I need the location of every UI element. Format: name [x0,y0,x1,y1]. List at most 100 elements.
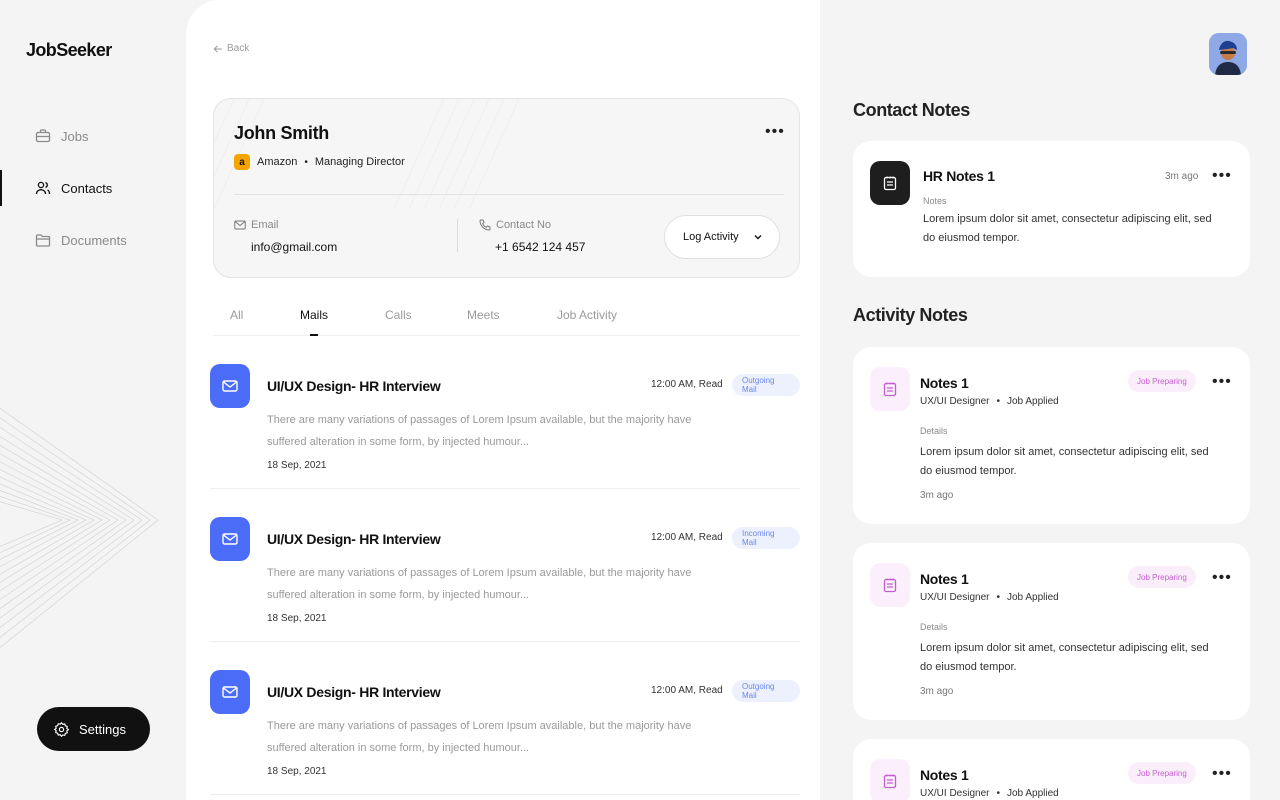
contact-note-card[interactable]: HR Notes 1 3m ago ••• Notes Lorem ipsum … [853,141,1250,277]
activity-note-card[interactable]: Notes 1 Job Preparing ••• UX/UI Designer… [853,347,1250,524]
email-value[interactable]: info@gmail.com [251,240,337,254]
divider-vertical [457,219,458,252]
contact-card: John Smith ••• a Amazon • Managing Direc… [213,98,800,278]
folder-icon [35,234,51,247]
notepad-icon [870,759,910,800]
back-link[interactable]: Back [213,43,249,54]
users-icon [35,181,51,195]
mail-icon [210,364,250,408]
mail-time: 12:00 AM, Read [651,685,723,696]
activity-tabs: All Mails Calls Meets Job Activity [213,300,800,336]
mail-item[interactable]: UI/UX Design- HR Interview 12:00 AM, Rea… [210,489,800,642]
mail-time: 12:00 AM, Read [651,379,723,390]
sidebar-nav: Jobs Contacts Documents [0,110,186,266]
more-options-icon[interactable]: ••• [765,124,785,140]
arrow-left-icon [213,44,222,53]
note-text: Lorem ipsum dolor sit amet, consectetur … [920,642,1209,673]
status-badge: Job Preparing [1128,762,1196,784]
details-label: Details [920,426,948,436]
mail-title: UI/UX Design- HR Interview [267,531,441,547]
mail-type-badge: Outgoing Mail [732,374,800,396]
sidebar-item-contacts[interactable]: Contacts [0,162,186,214]
sidebar-item-documents[interactable]: Documents [0,214,186,266]
mail-type-badge: Incoming Mail [732,527,800,549]
gear-icon [53,721,70,737]
status-badge: Job Preparing [1128,370,1196,392]
briefcase-icon [35,129,51,143]
email-label: Email [234,219,279,231]
contact-company: a Amazon • Managing Director [234,154,405,170]
mail-preview: There are many variations of passages of… [267,720,692,754]
status-badge: Job Preparing [1128,566,1196,588]
note-meta: UX/UI Designer • Job Applied [920,788,1059,799]
mail-item[interactable]: UI/UX Design- HR Interview 12:00 AM, Rea… [210,336,800,489]
log-activity-dropdown[interactable]: Log Activity [664,215,780,259]
sidebar-item-label: Contacts [61,180,113,196]
note-title: Notes 1 [920,375,969,391]
note-time: 3m ago [920,490,954,501]
mail-date: 18 Sep, 2021 [267,766,327,777]
notepad-icon [870,367,910,411]
note-time: 3m ago [920,686,954,697]
details-label: Details [920,622,948,632]
more-options-icon[interactable]: ••• [1212,168,1232,184]
amazon-logo-icon: a [234,154,250,170]
note-meta: UX/UI Designer • Job Applied [920,396,1059,407]
note-time: 3m ago [1165,171,1199,182]
app-logo[interactable]: JobSeeker [26,40,112,61]
sidebar-item-label: Jobs [61,128,89,144]
decorative-lines [0,407,159,649]
user-avatar-icon [1209,33,1247,75]
mail-title: UI/UX Design- HR Interview [267,378,441,394]
tab-mails[interactable]: Mails [300,308,328,322]
more-options-icon[interactable]: ••• [1212,766,1232,782]
mail-preview: There are many variations of passages of… [267,414,692,448]
notepad-icon [870,563,910,607]
note-title: Notes 1 [920,571,969,587]
note-text: Lorem ipsum dolor sit amet, consectetur … [923,213,1212,244]
note-title: Notes 1 [920,767,969,783]
mail-icon [210,517,250,561]
mail-date: 18 Sep, 2021 [267,460,327,471]
note-meta: UX/UI Designer • Job Applied [920,592,1059,603]
tab-job-activity[interactable]: Job Activity [557,308,617,322]
more-options-icon[interactable]: ••• [1212,570,1232,586]
settings-button[interactable]: Settings [37,707,150,751]
sidebar-item-jobs[interactable]: Jobs [0,110,186,162]
mail-date: 18 Sep, 2021 [267,613,327,624]
more-options-icon[interactable]: ••• [1212,374,1232,390]
activity-note-card[interactable]: Notes 1 Job Preparing ••• UX/UI Designer… [853,739,1250,800]
divider [234,194,784,195]
mail-time: 12:00 AM, Read [651,532,723,543]
contact-notes-title: Contact Notes [853,100,970,120]
tab-all[interactable]: All [230,308,243,322]
company-name: Amazon [257,156,298,168]
note-label: Notes [923,196,947,206]
phone-label: Contact No [479,219,551,231]
tab-meets[interactable]: Meets [467,308,500,322]
main-content: Back John Smith ••• a Amazon • Managing … [186,0,820,800]
mail-icon [234,220,246,230]
separator-dot: • [304,156,308,168]
phone-icon [479,219,491,231]
settings-label: Settings [79,721,126,737]
activity-notes-title: Activity Notes [853,305,968,325]
mail-type-badge: Outgoing Mail [732,680,800,702]
avatar[interactable] [1209,33,1247,75]
notepad-icon [870,161,910,205]
contact-name: John Smith [234,123,329,143]
phone-value[interactable]: +1 6542 124 457 [495,240,585,254]
mail-title: UI/UX Design- HR Interview [267,684,441,700]
sidebar: JobSeeker Jobs Contacts Documents Settin… [0,0,186,800]
tab-calls[interactable]: Calls [385,308,412,322]
notes-panel: Contact Notes HR Notes 1 3m ago ••• Note… [820,0,1280,800]
activity-note-card[interactable]: Notes 1 Job Preparing ••• UX/UI Designer… [853,543,1250,720]
chevron-down-icon [754,235,762,240]
log-activity-label: Log Activity [683,231,739,243]
sidebar-item-label: Documents [61,232,127,248]
note-text: Lorem ipsum dolor sit amet, consectetur … [920,446,1209,477]
mail-item[interactable]: UI/UX Design- HR Interview 12:00 AM, Rea… [210,642,800,795]
back-label: Back [227,43,250,54]
contact-role: Managing Director [314,156,405,168]
mail-preview: There are many variations of passages of… [267,567,692,601]
